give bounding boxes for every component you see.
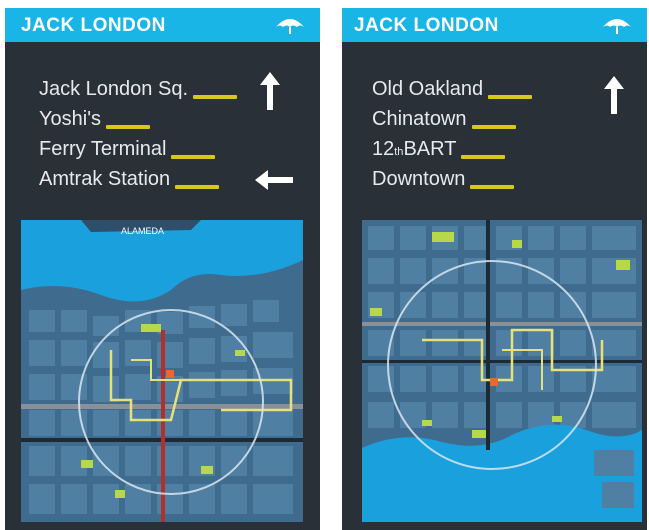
distance-tag xyxy=(471,125,516,129)
destination-name: Downtown xyxy=(372,168,466,190)
map-water-label: ALAMEDA xyxy=(121,226,164,236)
distance-tag xyxy=(488,95,533,99)
destination-name-rest: BART xyxy=(403,138,457,160)
destination-item: Old Oakland xyxy=(372,78,627,108)
destination-name: Yoshi's xyxy=(39,108,102,130)
distance-tag xyxy=(461,155,506,159)
distance-tag xyxy=(106,125,151,129)
sign-header: JACK LONDON xyxy=(342,8,647,42)
destination-item: Downtown xyxy=(372,168,627,198)
distance-tag xyxy=(175,185,220,189)
umbrella-logo-icon xyxy=(276,19,304,34)
destination-list: Old Oakland Chinatown 12th BART Downtown xyxy=(372,78,627,198)
brand-title: JACK LONDON xyxy=(21,15,166,36)
area-map xyxy=(362,220,642,522)
sign-header: JACK LONDON xyxy=(5,8,320,42)
distance-tag xyxy=(470,185,515,189)
distance-tag xyxy=(171,155,216,159)
destination-item: Chinatown xyxy=(372,108,627,138)
arrow-up-icon xyxy=(260,72,280,110)
destination-name: Amtrak Station xyxy=(39,168,171,190)
destination-name: Jack London Sq. xyxy=(39,78,188,100)
wayfinding-sign-left: JACK LONDON Jack London Sq. Yoshi's Ferr… xyxy=(5,8,320,530)
you-are-here-icon xyxy=(166,370,174,378)
destination-name: 12 xyxy=(372,138,395,160)
distance-tag xyxy=(193,95,237,99)
brand-title: JACK LONDON xyxy=(354,15,499,36)
destination-item: 12th BART xyxy=(372,138,627,168)
destination-name: Chinatown xyxy=(372,108,467,130)
wayfinding-sign-right: JACK LONDON Old Oakland Chinatown 12th B… xyxy=(342,8,647,530)
ordinal-suffix: th xyxy=(394,146,404,158)
destination-name: Ferry Terminal xyxy=(39,138,167,160)
area-map: ALAMEDA xyxy=(21,220,303,522)
you-are-here-icon xyxy=(490,378,498,386)
destination-name: Old Oakland xyxy=(372,78,484,100)
arrow-left-icon xyxy=(255,170,293,190)
arrow-up-icon xyxy=(604,76,624,114)
umbrella-logo-icon xyxy=(603,19,631,34)
destination-item: Ferry Terminal xyxy=(39,138,300,168)
destination-item: Yoshi's xyxy=(39,108,300,138)
